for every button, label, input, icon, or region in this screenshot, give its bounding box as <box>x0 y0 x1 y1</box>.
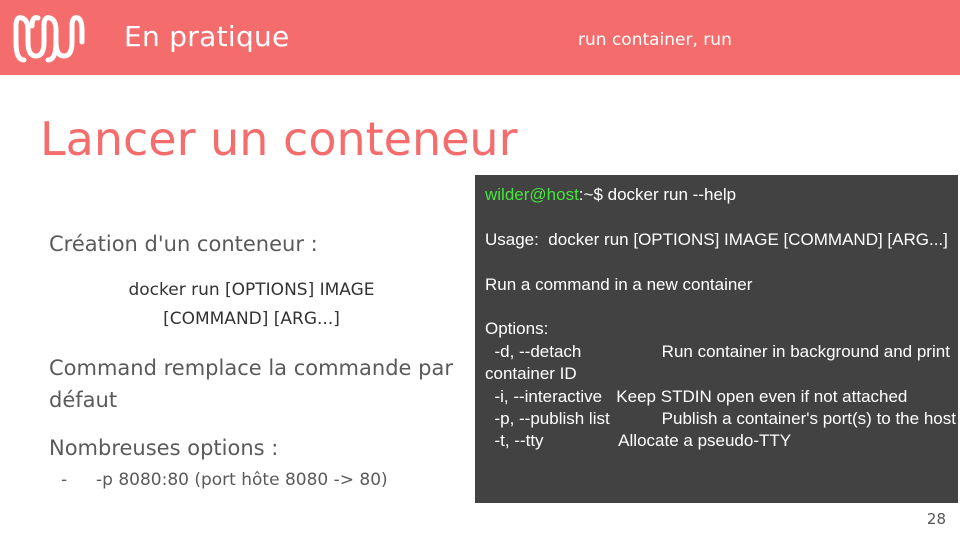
terminal-line: -d, --detach Run container in background… <box>485 341 955 384</box>
page-number: 28 <box>926 510 946 528</box>
wild-logo-icon <box>13 15 85 63</box>
list-item: - -p 8080:80 (port hôte 8080 -> 80) <box>61 470 454 490</box>
terminal-line: -i, --interactive Keep STDIN open even i… <box>485 386 908 406</box>
docker-run-syntax: docker run [OPTIONS] IMAGE [COMMAND] [AR… <box>49 276 454 334</box>
header-subtitle: run container, run <box>578 30 732 50</box>
terminal-line: Usage: docker run [OPTIONS] IMAGE [COMMA… <box>485 229 948 249</box>
header-title: En pratique <box>124 20 290 53</box>
terminal-line: -p, --publish list Publish a container's… <box>485 409 956 429</box>
intro-paragraph: Création d'un conteneur : <box>49 232 318 256</box>
terminal-output: wilder@host:~$ docker run --help Usage: … <box>475 175 958 503</box>
prompt-user: wilder@host <box>485 185 579 204</box>
bullet-text: -p 8080:80 (port hôte 8080 -> 80) <box>96 470 388 490</box>
header-bar: En pratique run container, run <box>0 0 960 75</box>
syntax-line-1: docker run [OPTIONS] IMAGE <box>128 280 375 300</box>
terminal-line: -t, --tty Allocate a pseudo-TTY <box>485 431 792 451</box>
bullet-dash: - <box>61 470 68 490</box>
prompt-command: :~$ docker run --help <box>578 185 737 204</box>
terminal-line: Options: <box>485 319 549 339</box>
syntax-line-2: [COMMAND] [ARG...] <box>163 309 340 329</box>
terminal-line: Run a command in a new container <box>485 274 753 294</box>
options-paragraph: Nombreuses options : <box>49 436 279 460</box>
slide-title: Lancer un conteneur <box>40 112 518 166</box>
slide-body: Création d'un conteneur : docker run [OP… <box>49 228 454 490</box>
command-paragraph: Command remplace la commande par défaut <box>49 356 453 412</box>
terminal-prompt-line: wilder@host:~$ docker run --help <box>485 184 958 206</box>
